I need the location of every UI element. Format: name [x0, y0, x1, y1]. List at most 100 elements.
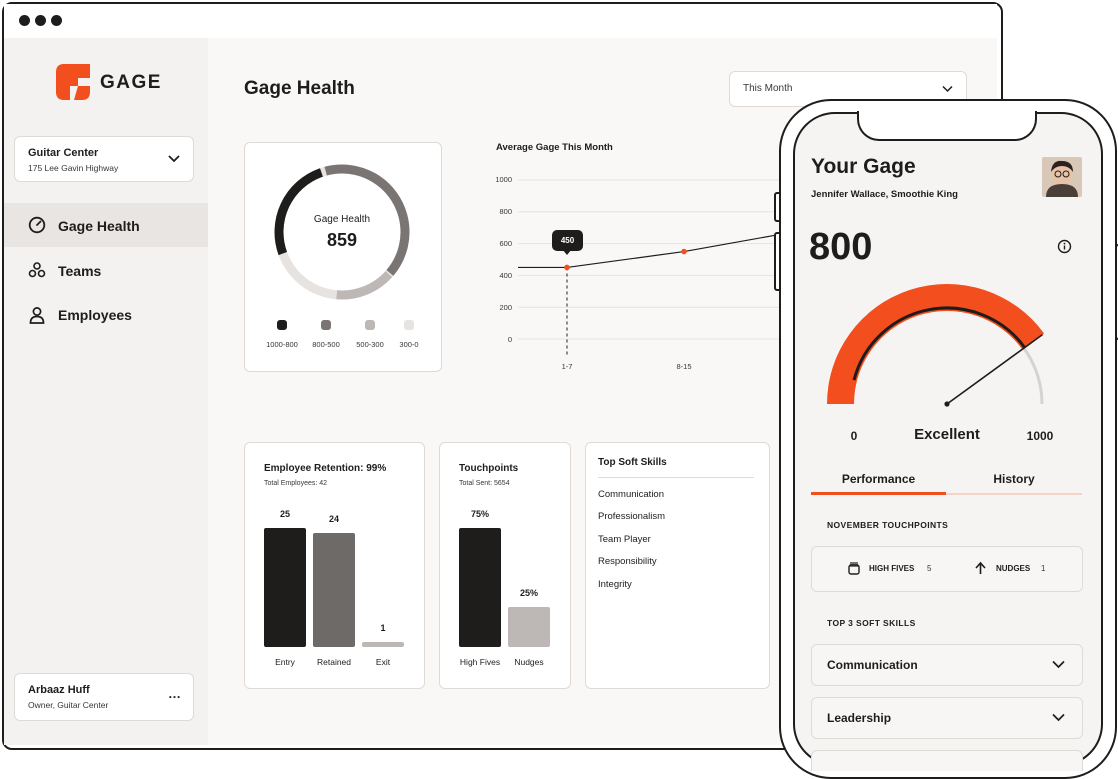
- avg-line-chart: [518, 179, 782, 355]
- avatar[interactable]: [1042, 157, 1082, 197]
- period-select-value: This Month: [743, 83, 793, 94]
- accordion-label: Communication: [827, 658, 918, 672]
- location-name: Guitar Center: [28, 147, 99, 159]
- bar: [508, 607, 550, 647]
- sidebar-item-label: Employees: [58, 307, 132, 323]
- chevron-down-icon[interactable]: [168, 154, 180, 163]
- legend-swatch: [321, 320, 331, 330]
- y-tick-label: 600: [499, 239, 512, 248]
- bar: [459, 528, 501, 647]
- tab-label: History: [993, 472, 1035, 486]
- tab-underline: [946, 493, 1082, 495]
- window-dot[interactable]: [51, 15, 62, 26]
- avg-chart-title: Average Gage This Month: [496, 142, 613, 153]
- bar: [313, 532, 355, 647]
- series-line: [566, 233, 782, 269]
- brand-name: GAGE: [100, 72, 162, 93]
- nudges-label: NUDGES: [996, 564, 1031, 573]
- window-titlebar: [4, 4, 997, 40]
- user-card[interactable]: [14, 673, 194, 721]
- data-point: [564, 264, 570, 271]
- accordion-label: Leadership: [827, 711, 892, 725]
- high-fives-count: 5: [927, 564, 932, 573]
- teams-icon: [28, 262, 46, 278]
- sidebar-item-label: Gage Health: [58, 218, 140, 234]
- gauge-needle: [946, 333, 1043, 405]
- location-address: 175 Lee Gavin Highway: [28, 163, 119, 173]
- touchpoints-title: Touchpoints: [459, 463, 519, 474]
- user-name: Arbaaz Huff: [28, 684, 90, 696]
- window-dot[interactable]: [35, 15, 46, 26]
- retention-subtitle: Total Employees: 42: [264, 480, 328, 487]
- nudge-arrow-icon: [975, 561, 986, 574]
- touchpoints-subtitle: Total Sent: 5654: [459, 480, 510, 487]
- gage-gauge: [827, 283, 1045, 407]
- y-tick-label: 200: [499, 303, 512, 312]
- retention-title: Employee Retention: 99%: [264, 463, 387, 474]
- gauge-rating: Excellent: [914, 426, 980, 443]
- x-tick-label: 8-15: [676, 362, 692, 371]
- soft-skill-item: Integrity: [598, 579, 632, 590]
- skill-accordion-partial[interactable]: [811, 750, 1083, 771]
- y-tick-label: 400: [499, 271, 512, 280]
- chevron-down-icon[interactable]: [1052, 713, 1065, 722]
- gage-health-label: Gage Health: [313, 214, 371, 225]
- legend-swatch: [277, 320, 287, 330]
- nudges-count: 1: [1041, 564, 1046, 573]
- gage-health-score: 859: [326, 230, 358, 250]
- sidebar-item-label: Teams: [58, 263, 102, 279]
- soft-skill-item: Communication: [598, 489, 664, 500]
- phone-score: 800: [809, 226, 873, 268]
- window-dot[interactable]: [19, 15, 30, 26]
- legend-label: 1000-800: [266, 340, 298, 349]
- y-tick-label: 800: [499, 207, 512, 216]
- legend-label: 500-300: [356, 340, 384, 349]
- x-tick-label: 1-7: [561, 362, 573, 371]
- soft-skill-item: Professionalism: [598, 511, 666, 522]
- gauge-arc: [827, 283, 1045, 404]
- legend-swatch: [404, 320, 414, 330]
- bar-category-label: Exit: [375, 657, 391, 667]
- soft-skill-item: Team Player: [598, 534, 651, 545]
- phone-user: Jennifer Wallace, Smoothie King: [811, 189, 958, 200]
- high-five-icon: [848, 562, 860, 575]
- page-title: Gage Health: [244, 78, 355, 99]
- bar-value-label: 24: [328, 513, 339, 524]
- bar-value-label: 75%: [470, 509, 489, 519]
- gauge-max: 1000: [1026, 429, 1054, 443]
- bar-category-label: Nudges: [514, 657, 544, 667]
- bar-value-label: 25: [279, 509, 290, 519]
- tab-label: Performance: [841, 472, 916, 486]
- y-tick-label: 1000: [495, 175, 512, 184]
- y-tick-label: 0: [507, 335, 512, 344]
- bar-value-label: 1: [380, 623, 386, 634]
- gauge-min: 0: [850, 429, 858, 443]
- divider: [598, 477, 754, 478]
- legend-label: 300-0: [399, 340, 419, 349]
- soft-skills-section-label: TOP 3 SOFT SKILLS: [827, 618, 916, 628]
- gage-logo-icon: [56, 64, 90, 100]
- info-icon[interactable]: [1057, 239, 1072, 254]
- bar: [362, 642, 404, 647]
- tooltip-value: 450: [560, 236, 575, 245]
- gauge-hub: [944, 401, 950, 407]
- person-icon: [29, 307, 45, 324]
- legend-swatch: [365, 320, 375, 330]
- location-selector[interactable]: [14, 136, 194, 182]
- tab-indicator: [811, 492, 946, 495]
- tooltip-pointer: [562, 249, 572, 255]
- legend-label: 800-500: [312, 340, 340, 349]
- chevron-down-icon[interactable]: [942, 85, 953, 93]
- soft-skills-title: Top Soft Skills: [598, 457, 667, 468]
- bar-value-label: 25%: [519, 588, 538, 599]
- phone-title: Your Gage: [811, 155, 916, 178]
- phone-notch: [857, 111, 1037, 141]
- data-point: [681, 248, 687, 255]
- more-options-icon[interactable]: …: [168, 686, 182, 701]
- user-role: Owner, Guitar Center: [28, 700, 109, 710]
- gauge-icon: [28, 216, 46, 234]
- chevron-down-icon[interactable]: [1052, 660, 1065, 669]
- touchpoints-section-label: NOVEMBER TOUCHPOINTS: [827, 520, 949, 530]
- soft-skill-item: Responsibility: [598, 556, 657, 567]
- bar: [264, 528, 306, 647]
